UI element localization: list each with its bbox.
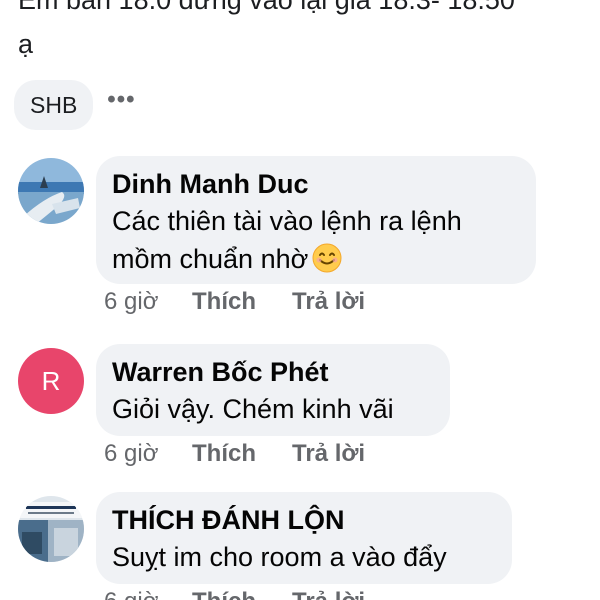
reply-button[interactable]: Trả lời — [292, 588, 365, 600]
avatar-initial: R — [41, 365, 61, 396]
comment-text-line1: Suỵt im cho room a vào đẩy — [112, 542, 447, 572]
comment-text-line2: mồm chuẩn nhờ — [112, 244, 309, 274]
comment-bubble: Dinh Manh Duc Các thiên tài vào lệnh ra … — [96, 156, 536, 284]
smiling-face-emoji-icon — [312, 243, 342, 283]
comment-timestamp[interactable]: 6 giờ — [104, 588, 192, 600]
comment-section: Em bán 18.0 đứng vào lại giá 18.3- 18.50… — [0, 0, 600, 600]
avatar[interactable] — [18, 496, 84, 562]
avatar[interactable] — [18, 158, 84, 224]
comment-bubble: Warren Bốc Phét Giỏi vậy. Chém kinh vãi — [96, 344, 450, 436]
comment-text-line1: Giỏi vậy. Chém kinh vãi — [112, 394, 394, 424]
comment-timestamp[interactable]: 6 giờ — [104, 288, 192, 316]
reply-button[interactable]: Trả lời — [292, 288, 365, 316]
comment-actions: 6 giờ Thích Trả lời — [104, 288, 365, 316]
avatar[interactable]: R — [18, 348, 84, 414]
comment-author[interactable]: THÍCH ĐÁNH LỘN — [112, 502, 494, 538]
post-text: Em bán 18.0 đứng vào lại giá 18.3- 18.50… — [18, 0, 588, 66]
avatar-photo — [18, 158, 84, 224]
like-button[interactable]: Thích — [192, 588, 292, 600]
comment-timestamp[interactable]: 6 giờ — [104, 440, 192, 468]
comment-author[interactable]: Warren Bốc Phét — [112, 354, 432, 390]
comment-author[interactable]: Dinh Manh Duc — [112, 166, 518, 202]
like-button[interactable]: Thích — [192, 440, 292, 468]
post-text-line1: Em bán 18.0 đứng vào lại giá 18.3- 18.50 — [18, 0, 515, 15]
avatar-photo — [18, 496, 84, 562]
comment-bubble: THÍCH ĐÁNH LỘN Suỵt im cho room a vào đẩ… — [96, 492, 512, 584]
post-text-line2: ạ — [18, 29, 34, 59]
comment-actions: 6 giờ Thích Trả lời — [104, 588, 365, 600]
more-options-icon[interactable]: ••• — [107, 88, 135, 120]
tag-row: SHB ••• — [14, 80, 136, 130]
comment-text-line2-wrap: mồm chuẩn nhờ — [112, 240, 518, 283]
like-button[interactable]: Thích — [192, 288, 292, 316]
comment-actions: 6 giờ Thích Trả lời — [104, 440, 365, 468]
reply-button[interactable]: Trả lời — [292, 440, 365, 468]
tag-chip-shb[interactable]: SHB — [14, 80, 94, 130]
comment-text-line1: Các thiên tài vào lệnh ra lệnh — [112, 206, 462, 236]
